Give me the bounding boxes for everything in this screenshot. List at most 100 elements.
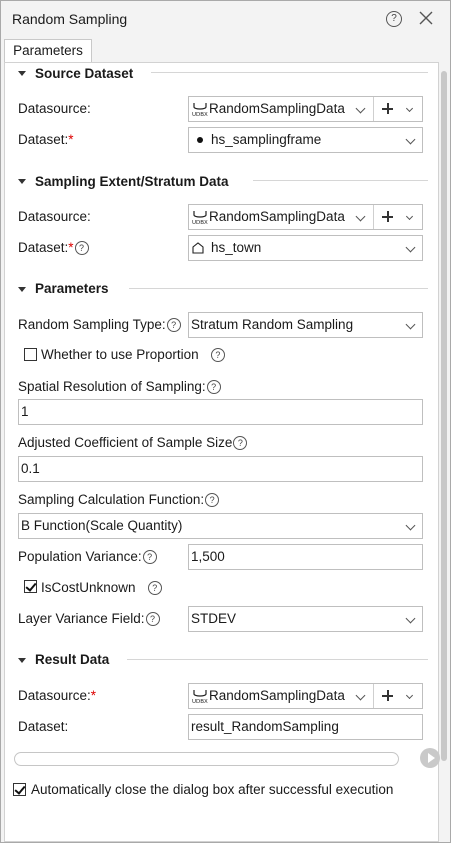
- add-datasource-icon-v[interactable]: [387, 103, 389, 114]
- combo-separator: [373, 97, 374, 121]
- udbx-datasource-icon: UDBX: [192, 690, 208, 705]
- help-icon[interactable]: ?: [147, 581, 162, 595]
- sampling-type-label: Random Sampling Type:?: [18, 317, 181, 332]
- section-title-sampling-extent: Sampling Extent/Stratum Data: [35, 174, 229, 189]
- udbx-datasource-icon: UDBX: [192, 211, 208, 226]
- collapse-arrow-icon[interactable]: [18, 71, 26, 76]
- coefficient-input[interactable]: 0.1: [18, 456, 423, 482]
- run-button[interactable]: [420, 748, 440, 768]
- cost-unknown-label: IsCostUnknown ?: [41, 580, 162, 595]
- chevron-down-icon[interactable]: [405, 319, 416, 330]
- source-datasource-label: Datasource:: [18, 101, 91, 116]
- add-datasource-chevron-icon[interactable]: [405, 104, 414, 113]
- calc-function-label: Sampling Calculation Function:?: [18, 492, 220, 507]
- vertical-scrollbar[interactable]: [439, 63, 449, 763]
- chevron-down-icon[interactable]: [405, 613, 416, 624]
- use-proportion-checkbox[interactable]: [24, 348, 37, 361]
- help-icon[interactable]: ?: [206, 380, 221, 394]
- chevron-down-icon[interactable]: [405, 520, 416, 531]
- result-datasource-value: RandomSamplingData: [209, 688, 345, 703]
- section-divider: [253, 180, 428, 181]
- progress-bar: [14, 752, 399, 766]
- calc-function-value: B Function(Scale Quantity): [21, 518, 183, 533]
- help-icon[interactable]: ?: [142, 550, 157, 564]
- collapse-arrow-icon[interactable]: [18, 658, 26, 663]
- chevron-down-icon[interactable]: [355, 211, 366, 222]
- help-icon[interactable]: ?: [74, 241, 89, 255]
- layer-variance-value: STDEV: [191, 611, 237, 626]
- collapse-arrow-icon[interactable]: [18, 179, 26, 184]
- source-datasource-combo[interactable]: UDBX RandomSamplingData: [188, 96, 423, 122]
- scrollbar-thumb[interactable]: [441, 71, 447, 761]
- chevron-down-icon[interactable]: [405, 242, 416, 253]
- required-marker: *: [90, 688, 97, 703]
- help-icon[interactable]: ?: [166, 318, 181, 332]
- coefficient-value: 0.1: [21, 461, 40, 476]
- source-dataset-combo[interactable]: hs_samplingframe: [188, 127, 423, 153]
- source-datasource-value: RandomSamplingData: [209, 101, 345, 116]
- extent-datasource-label: Datasource:: [18, 209, 91, 224]
- add-datasource-icon-v[interactable]: [387, 211, 389, 222]
- section-title-source-dataset: Source Dataset: [35, 66, 134, 81]
- required-marker: *: [68, 240, 74, 255]
- tab-parameters[interactable]: Parameters: [4, 39, 92, 62]
- help-icon[interactable]: ?: [205, 493, 220, 507]
- chevron-down-icon[interactable]: [355, 103, 366, 114]
- close-icon[interactable]: [417, 9, 435, 27]
- help-icon[interactable]: ?: [233, 436, 248, 450]
- help-icon[interactable]: ?: [210, 348, 225, 362]
- sampling-type-value: Stratum Random Sampling: [191, 317, 354, 332]
- extent-dataset-combo[interactable]: hs_town: [188, 235, 423, 261]
- population-variance-label: Population Variance:?: [18, 549, 157, 564]
- extent-dataset-label: Dataset:*?: [18, 240, 89, 255]
- dialog-title: Random Sampling: [12, 11, 128, 27]
- collapse-arrow-icon[interactable]: [18, 287, 26, 292]
- extent-datasource-combo[interactable]: UDBX RandomSamplingData: [188, 204, 423, 230]
- section-title-parameters: Parameters: [35, 281, 109, 296]
- coefficient-label: Adjusted Coefficient of Sample Size?: [18, 435, 248, 450]
- auto-close-label: Automatically close the dialog box after…: [31, 782, 394, 797]
- sampling-type-combo[interactable]: Stratum Random Sampling: [188, 312, 423, 338]
- extent-datasource-value: RandomSamplingData: [209, 209, 345, 224]
- help-icon[interactable]: ?: [386, 11, 402, 27]
- combo-separator: [373, 684, 374, 708]
- result-datasource-combo[interactable]: UDBX RandomSamplingData: [188, 683, 423, 709]
- parameters-panel: Source Dataset Datasource: UDBX RandomSa…: [4, 62, 439, 842]
- random-sampling-dialog: Random Sampling ? Parameters Source Data…: [0, 0, 451, 843]
- result-dataset-value: result_RandomSampling: [191, 719, 339, 734]
- svg-text:UDBX: UDBX: [192, 699, 208, 705]
- chevron-down-icon[interactable]: [355, 690, 366, 701]
- resolution-input[interactable]: 1: [18, 399, 423, 425]
- add-datasource-chevron-icon[interactable]: [405, 212, 414, 221]
- resolution-value: 1: [21, 404, 29, 419]
- region-dataset-icon: [192, 242, 204, 254]
- combo-separator: [373, 205, 374, 229]
- point-dataset-icon: [197, 137, 203, 143]
- udbx-datasource-icon: UDBX: [192, 103, 208, 118]
- add-datasource-icon-v[interactable]: [387, 690, 389, 701]
- add-datasource-chevron-icon[interactable]: [405, 691, 414, 700]
- source-dataset-value: hs_samplingframe: [211, 132, 322, 147]
- result-datasource-label: Datasource:*: [18, 688, 97, 703]
- section-divider: [151, 72, 428, 73]
- check-icon: [14, 783, 26, 795]
- calc-function-combo[interactable]: B Function(Scale Quantity): [18, 513, 423, 539]
- svg-text:UDBX: UDBX: [192, 220, 208, 226]
- help-icon[interactable]: ?: [145, 612, 160, 626]
- result-dataset-input[interactable]: result_RandomSampling: [188, 714, 423, 740]
- layer-variance-label: Layer Variance Field:?: [18, 611, 160, 626]
- population-variance-value: 1,500: [191, 549, 225, 564]
- required-marker: *: [68, 132, 74, 147]
- resolution-label: Spatial Resolution of Sampling:?: [18, 379, 221, 394]
- svg-text:UDBX: UDBX: [192, 112, 208, 118]
- cost-unknown-checkbox[interactable]: [24, 580, 37, 593]
- auto-close-checkbox[interactable]: [13, 783, 26, 796]
- population-variance-input[interactable]: 1,500: [188, 544, 423, 570]
- section-title-result-data: Result Data: [35, 652, 110, 667]
- section-divider: [127, 659, 428, 660]
- layer-variance-combo[interactable]: STDEV: [188, 606, 423, 632]
- chevron-down-icon[interactable]: [405, 134, 416, 145]
- title-bar: Random Sampling ?: [1, 1, 450, 37]
- result-dataset-label: Dataset:: [18, 719, 69, 734]
- tab-strip: Parameters: [1, 39, 450, 62]
